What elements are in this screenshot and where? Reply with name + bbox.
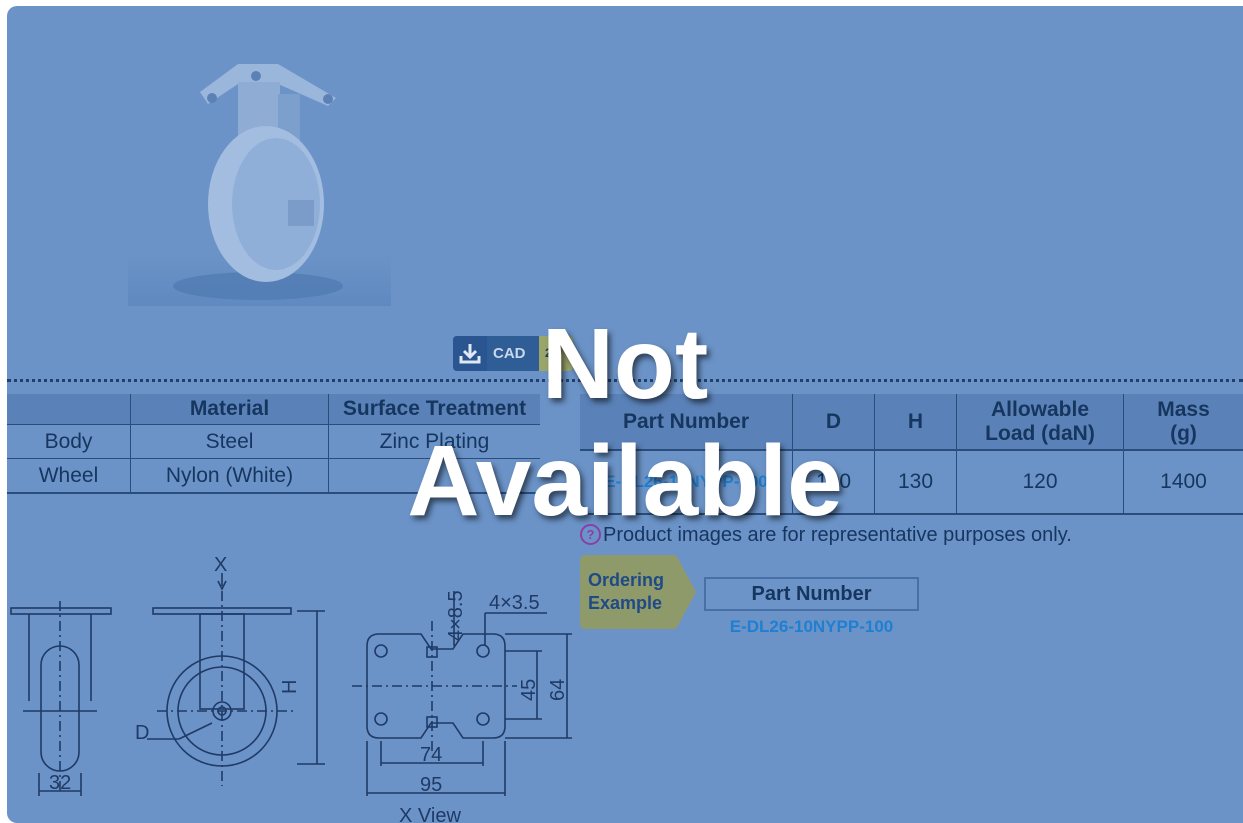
table-row: Body Steel Zinc Plating: [7, 424, 540, 459]
ordering-example-title: Ordering Example: [588, 569, 664, 615]
hole-dimension-label: 4×3.5: [489, 592, 540, 614]
height-64-label: 64: [547, 679, 569, 701]
ordering-example-value: E-DL26-10NYPP-100: [729, 617, 894, 636]
material-header-blank: [7, 394, 131, 425]
disclaimer-text: Product images are for representative pu…: [603, 524, 1072, 546]
ordering-part-number-label: Part Number: [704, 577, 919, 611]
x-direction-label: X: [214, 554, 227, 576]
allowable-load-header-line2: Load (daN): [985, 421, 1095, 445]
material-header: Material: [130, 394, 329, 425]
h-cell: 130: [874, 450, 957, 515]
h-header: H: [874, 394, 957, 451]
height-dimension-label: H: [279, 680, 301, 694]
diameter-dimension-label: D: [135, 722, 149, 744]
allowable-load-header: Allowable Load (daN): [956, 394, 1124, 451]
part-number-link[interactable]: E-DL26-10NYPP-100: [580, 450, 793, 515]
mass-header-line2: (g): [1170, 421, 1197, 445]
info-icon: ?: [580, 524, 601, 545]
load-cell: 120: [956, 450, 1124, 515]
mass-cell: 1400: [1123, 450, 1243, 515]
download-icon: [453, 336, 487, 371]
d-cell: 100: [792, 450, 875, 515]
ordering-example-badge: Ordering Example: [580, 555, 698, 629]
slot-dimension-label: 4×8.5: [445, 590, 467, 641]
part-table-header: Part Number D H Allowable Load (daN) Mas…: [580, 394, 1243, 451]
material-table-header: Material Surface Treatment: [7, 394, 540, 425]
part-number-header: Part Number: [580, 394, 793, 451]
d-header: D: [792, 394, 875, 451]
cad-format-2d[interactable]: 2D: [539, 336, 573, 371]
height-45-label: 45: [518, 679, 540, 701]
table-row: Wheel Nylon (White): [7, 458, 540, 494]
width-32-label: 32: [49, 772, 71, 794]
width-74-label: 74: [420, 744, 442, 766]
surface-treatment-header: Surface Treatment: [328, 394, 540, 425]
cad-download-button[interactable]: CAD 2D: [453, 336, 573, 371]
mass-header-line1: Mass: [1157, 397, 1210, 421]
width-95-label: 95: [420, 774, 442, 796]
table-row: E-DL26-10NYPP-100 100 130 120 1400: [580, 450, 1243, 515]
side-view-plate: [10, 607, 112, 615]
ordering-line2: Example: [588, 593, 663, 613]
material-table: Material Surface Treatment Body Steel Zi…: [7, 394, 540, 494]
material-cell: Nylon (White): [130, 458, 329, 494]
product-page: CAD 2D Material Surface Treatment Body S…: [7, 6, 1243, 823]
surface-cell: [328, 458, 540, 494]
cad-label: CAD: [493, 345, 526, 362]
part-number-table: Part Number D H Allowable Load (daN) Mas…: [580, 394, 1243, 515]
dotted-divider: [7, 379, 1243, 382]
x-view-caption: X View: [399, 805, 461, 823]
caster-product-photo: [128, 64, 391, 306]
technical-drawing: X H D 32 4×8.5 4×3.5 45 64 74 95 X View: [10, 554, 572, 823]
part-name-cell: Wheel: [7, 458, 131, 494]
allowable-load-header-line1: Allowable: [990, 397, 1090, 421]
mass-header: Mass (g): [1123, 394, 1243, 451]
material-cell: Steel: [130, 424, 329, 459]
part-name-cell: Body: [7, 424, 131, 459]
disclaimer-note: ? Product images are for representative p…: [580, 524, 1072, 547]
surface-cell: Zinc Plating: [328, 424, 540, 459]
ordering-line1: Ordering: [588, 570, 665, 590]
